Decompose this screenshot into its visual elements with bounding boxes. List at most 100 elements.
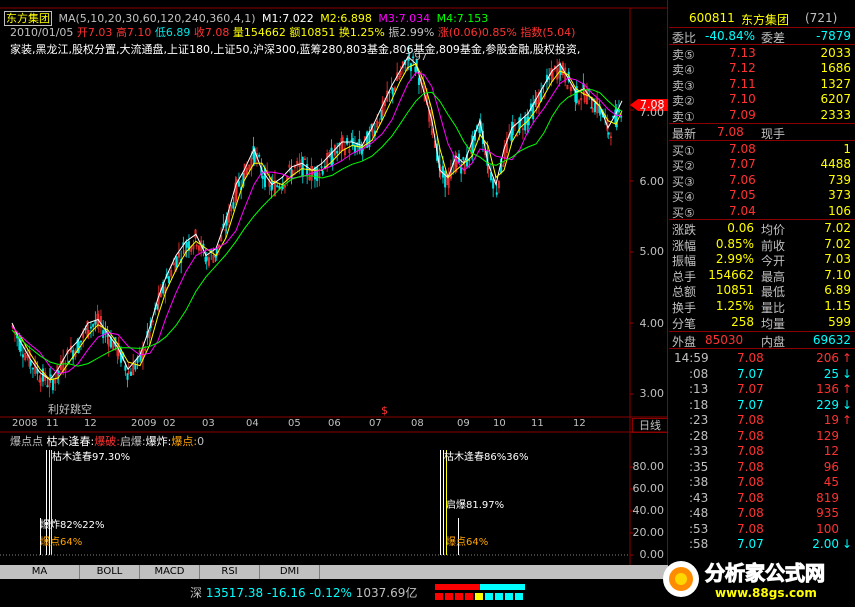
quote-panel: 600811 东方集团 (721) 委比 -40.84% 委差 -7879 卖⑤…	[669, 0, 855, 565]
indicator-param-baodian: 爆点:	[171, 435, 198, 448]
tick-row: :35 7.08 96	[669, 460, 855, 476]
tick-price: 7.07	[737, 537, 764, 551]
ask-row[interactable]: 卖② 7.10 6207	[669, 92, 855, 108]
bid-row[interactable]: 买⑤ 7.04 106	[669, 204, 855, 220]
bid-volume: 4488	[820, 157, 851, 172]
stat-row: 振幅 2.99% 今开 7.03	[669, 252, 855, 268]
bid-price: 7.04	[729, 203, 756, 218]
stock-code: 600811	[689, 11, 735, 25]
stat-value: 10851	[715, 283, 754, 298]
tick-volume: 2.00	[812, 537, 839, 551]
indicator-name: 爆点点	[10, 435, 43, 448]
stat-value: 0.06	[727, 221, 754, 235]
tick-volume: 136	[816, 382, 839, 396]
tab-macd[interactable]: MACD	[140, 565, 200, 579]
bid-price: 7.08	[729, 142, 756, 156]
tick-time: :08	[689, 366, 709, 381]
tick-volume: 206	[816, 351, 839, 365]
ask-row[interactable]: 卖⑤ 7.13 2033	[669, 46, 855, 62]
tick-time: :38	[689, 475, 709, 489]
stat-row: 换手 1.25% 量比 1.15	[669, 299, 855, 315]
bid-row[interactable]: 买④ 7.05 373	[669, 188, 855, 204]
ind-label-right-3: 爆点64%	[446, 537, 489, 548]
date-label: 11	[46, 418, 59, 429]
period-daily-button[interactable]: 日线	[632, 418, 668, 433]
date-label: 09	[457, 418, 470, 429]
info-turnover: 换1.25%	[338, 26, 385, 39]
tick-volume: 45	[823, 475, 839, 489]
tab-rsi[interactable]: RSI	[200, 565, 260, 579]
info-date: 2010/01/05	[10, 26, 74, 39]
ask-row[interactable]: 卖④ 7.12 1686	[669, 61, 855, 77]
stat-label: 总额	[672, 285, 697, 300]
stat-value: 7.02	[824, 221, 851, 235]
tick-price: 7.08	[737, 459, 764, 474]
tick-direction-icon: ↑	[841, 382, 852, 396]
bid-row[interactable]: 买② 7.07 4488	[669, 157, 855, 173]
tick-price: 7.08	[737, 521, 764, 536]
tab-dmi[interactable]: DMI	[260, 565, 320, 579]
bid-volume: 739	[828, 172, 851, 187]
ind-label-left-2: 爆炸82%22%	[40, 520, 105, 531]
stat-value: 599	[828, 314, 851, 329]
stat-label: 振幅	[672, 254, 697, 269]
tick-price: 7.07	[737, 397, 764, 412]
tab-boll[interactable]: BOLL	[80, 565, 140, 579]
stat-label: 均价	[761, 223, 786, 237]
ind-tick: 80.00	[632, 460, 665, 473]
watermark-url: www.88gs.com	[715, 586, 817, 600]
ask-price: 7.13	[729, 46, 756, 60]
ind-label-right-2: 启爆81.97%	[446, 500, 505, 511]
bid-volume: 106	[828, 203, 851, 218]
tick-direction-icon: ↓	[841, 366, 852, 381]
stat-value: 6.89	[824, 283, 851, 298]
ask-price: 7.09	[729, 107, 756, 122]
stat-value: 0.85%	[715, 236, 754, 251]
tick-price: 7.08	[737, 490, 764, 505]
date-label: 06	[328, 418, 341, 429]
ask-row[interactable]: 卖① 7.09 2333	[669, 108, 855, 124]
stat-label: 最低	[761, 285, 786, 300]
tick-time: :18	[689, 397, 709, 412]
indicator-param-baodian-value: 0	[197, 435, 205, 448]
kline-chart-svg	[0, 7, 668, 565]
stat-label: 均量	[761, 316, 786, 331]
tick-direction-icon: ↑	[841, 413, 852, 427]
tick-volume: 229	[816, 397, 839, 412]
stat-value: 2.99%	[715, 252, 754, 267]
stat-row: 总额 10851 最低 6.89	[669, 283, 855, 299]
info-volume: 量154662	[232, 26, 286, 39]
stat-value: 7.03	[824, 252, 851, 267]
tick-price: 7.08	[737, 428, 764, 443]
bid-price: 7.06	[729, 172, 756, 187]
stat-value: 1.15	[824, 299, 851, 313]
info-low: 低6.89	[154, 26, 191, 39]
date-label: 2008	[12, 418, 38, 429]
stat-row: 涨幅 0.85% 前收 7.02	[669, 237, 855, 253]
ask-volume: 2033	[820, 46, 851, 60]
bid-row[interactable]: 买① 7.08 1	[669, 142, 855, 158]
date-label: 07	[369, 418, 382, 429]
date-label: 11	[531, 418, 544, 429]
ind-tick: 40.00	[632, 504, 665, 517]
concepts-text: 家装,黑龙江,股权分置,大流通盘,上证180,上证50,沪深300,蓝筹280,…	[10, 43, 581, 56]
date-label: 08	[411, 418, 424, 429]
tick-direction-icon: ↑	[841, 351, 852, 365]
bid-row[interactable]: 买③ 7.06 739	[669, 173, 855, 189]
ask-row[interactable]: 卖③ 7.11 1327	[669, 77, 855, 93]
date-label: 2009	[131, 418, 157, 429]
site-watermark: 分析家公式网 www.88gs.com	[655, 551, 855, 607]
tab-ma[interactable]: MA	[0, 565, 80, 579]
date-axis: 2008 11 12 2009 02 03 04 05 06 07 08 09 …	[0, 418, 630, 432]
index-change: -16.16	[266, 586, 306, 600]
tick-direction-icon: ↓	[841, 397, 852, 412]
stat-label: 涨幅	[672, 238, 697, 253]
market-label: 深	[190, 586, 203, 600]
tick-volume: 12	[823, 444, 839, 458]
market-index-status: 深 13517.38 -16.16 -0.12% 1037.69亿	[190, 584, 417, 601]
index-pct: -0.12%	[309, 586, 352, 600]
ask-volume: 1686	[820, 61, 851, 76]
tick-price: 7.07	[737, 382, 764, 396]
kline-chart-area[interactable]: 东方集团 MA(5,10,20,30,60,120,240,360,4,1) M…	[0, 0, 668, 565]
price-tick-600: 6.00	[639, 175, 665, 188]
